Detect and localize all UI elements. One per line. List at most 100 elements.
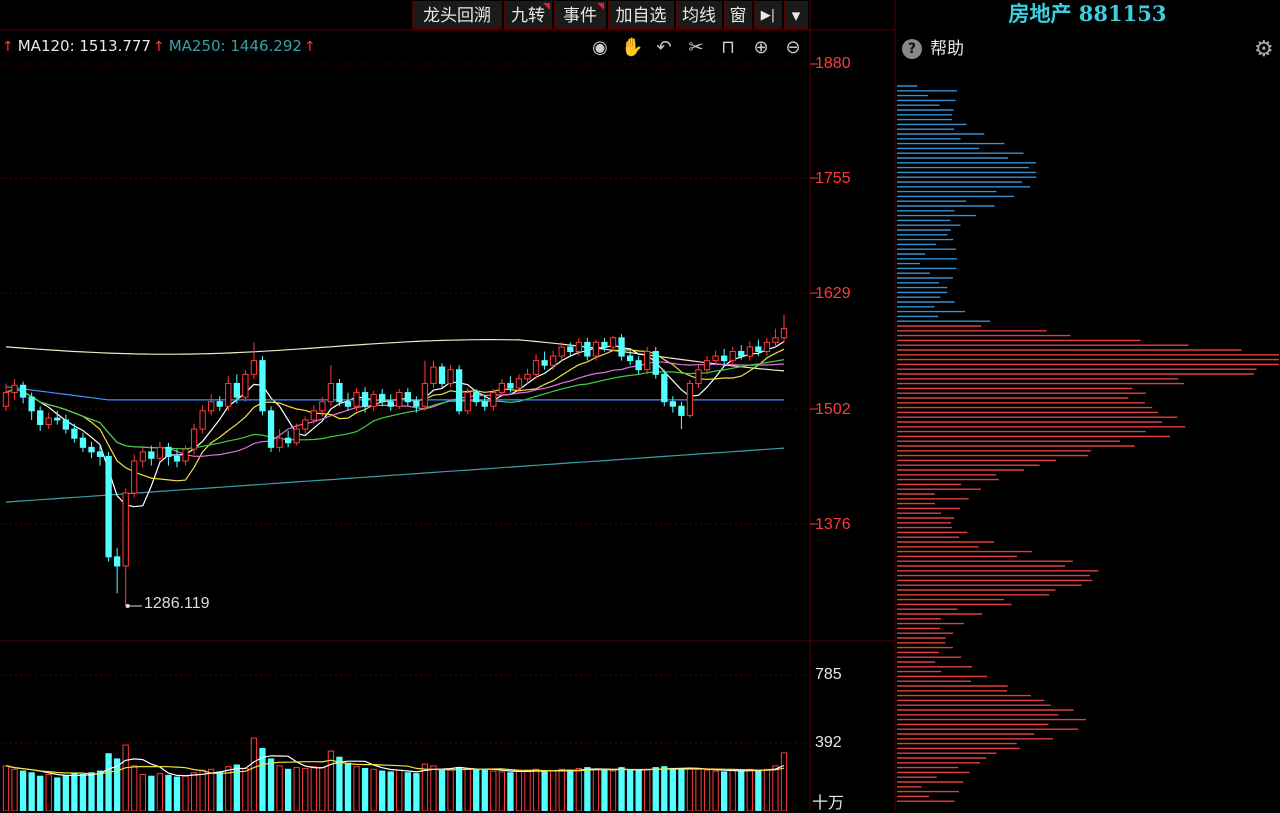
candle-body bbox=[592, 341, 600, 357]
volume-bar bbox=[28, 772, 35, 811]
candle-body bbox=[413, 401, 420, 407]
candle-body bbox=[567, 346, 574, 352]
candle-body bbox=[455, 369, 463, 412]
candle-body bbox=[524, 373, 531, 380]
candle-body bbox=[447, 369, 454, 384]
candle-body bbox=[113, 556, 121, 567]
candle-body bbox=[139, 451, 146, 462]
volume-bar bbox=[404, 772, 411, 811]
volume-bar bbox=[609, 770, 617, 811]
volume-bar bbox=[165, 774, 172, 811]
volume-bar bbox=[45, 773, 52, 811]
volume-bar bbox=[105, 753, 112, 811]
candle-body bbox=[336, 382, 343, 403]
volume-bar bbox=[447, 769, 454, 811]
volume-bar bbox=[302, 767, 309, 811]
candle-body bbox=[661, 373, 668, 403]
candle-body bbox=[626, 355, 634, 362]
candle-body bbox=[165, 446, 172, 457]
volume-bar bbox=[695, 768, 702, 811]
volume-bar bbox=[216, 771, 223, 811]
volume-bar bbox=[353, 766, 360, 811]
volume-bar bbox=[532, 768, 540, 811]
candle-body bbox=[379, 393, 386, 403]
candle-body bbox=[703, 360, 711, 371]
volume-bar bbox=[738, 770, 745, 811]
candle-body bbox=[190, 428, 198, 450]
volume-bar bbox=[361, 767, 369, 811]
candle-body bbox=[208, 401, 215, 412]
candle-body bbox=[28, 396, 35, 412]
candle-body bbox=[131, 460, 138, 494]
volume-bar bbox=[336, 756, 343, 811]
volume-bar bbox=[413, 773, 420, 811]
volume-bar bbox=[550, 770, 557, 811]
help-label: 帮助 bbox=[930, 39, 964, 59]
volume-bar bbox=[284, 768, 292, 811]
candle-body bbox=[618, 337, 625, 357]
candle-body bbox=[216, 401, 223, 407]
volume-bar bbox=[344, 762, 352, 811]
volume-bar bbox=[481, 769, 488, 811]
candle-body bbox=[173, 455, 181, 462]
candle-body bbox=[233, 382, 240, 398]
candle-body bbox=[370, 393, 377, 407]
volume-bar bbox=[199, 769, 206, 811]
volume-bar bbox=[721, 771, 728, 811]
candle-body bbox=[284, 437, 292, 444]
candle-body bbox=[481, 401, 488, 407]
question-icon: ? bbox=[902, 39, 922, 59]
volume-bar bbox=[387, 771, 394, 811]
candle-body bbox=[199, 410, 206, 430]
volume-bar bbox=[310, 766, 317, 811]
candle-body bbox=[148, 451, 155, 459]
price-tick: 1502 bbox=[815, 401, 851, 418]
volume-bar bbox=[661, 766, 668, 811]
gear-icon[interactable]: ⚙ bbox=[1254, 37, 1274, 62]
volume-bar bbox=[755, 769, 762, 811]
candle-body bbox=[550, 355, 557, 366]
candle-body bbox=[156, 446, 164, 459]
volume-bar bbox=[250, 737, 258, 811]
candle-body bbox=[105, 455, 112, 558]
volume-bar bbox=[11, 768, 18, 811]
candlestick-chart[interactable] bbox=[0, 0, 1280, 811]
candle-body bbox=[302, 419, 309, 430]
volume-tick: 392 bbox=[815, 734, 842, 751]
candle-body bbox=[2, 392, 10, 407]
candle-body bbox=[515, 378, 523, 389]
volume-bar bbox=[54, 777, 61, 811]
candle-body bbox=[88, 446, 95, 453]
candle-body bbox=[54, 417, 61, 421]
candle-body bbox=[182, 448, 189, 462]
candle-body bbox=[601, 341, 608, 348]
candle-body bbox=[37, 410, 44, 426]
candle-body bbox=[712, 355, 719, 362]
price-tick: 1376 bbox=[815, 516, 851, 533]
volume-bar bbox=[592, 768, 600, 811]
candle-body bbox=[122, 492, 129, 567]
volume-bar bbox=[438, 768, 446, 811]
volume-bar bbox=[148, 775, 155, 811]
candle-body bbox=[438, 366, 446, 384]
volume-bar bbox=[473, 768, 480, 811]
volume-bar bbox=[669, 767, 677, 811]
volume-bar bbox=[62, 774, 69, 811]
volume-bar bbox=[276, 765, 283, 811]
volume-bar bbox=[541, 771, 548, 811]
volume-bar bbox=[729, 769, 736, 811]
volume-tick: 785 bbox=[815, 666, 842, 683]
candle-body bbox=[327, 382, 335, 403]
low-price-marker: 1286.119 bbox=[144, 595, 210, 612]
candle-body bbox=[71, 428, 78, 439]
volume-bar bbox=[686, 767, 694, 811]
volume-bar bbox=[208, 768, 215, 811]
volume-bar bbox=[780, 752, 788, 811]
volume-bar bbox=[96, 770, 104, 811]
candle-body bbox=[45, 417, 52, 426]
candle-body bbox=[532, 360, 540, 375]
help-link[interactable]: ? 帮助 bbox=[902, 37, 964, 61]
candle-body bbox=[558, 346, 565, 357]
price-tick: 1880 bbox=[815, 55, 851, 72]
candle-body bbox=[686, 382, 694, 416]
